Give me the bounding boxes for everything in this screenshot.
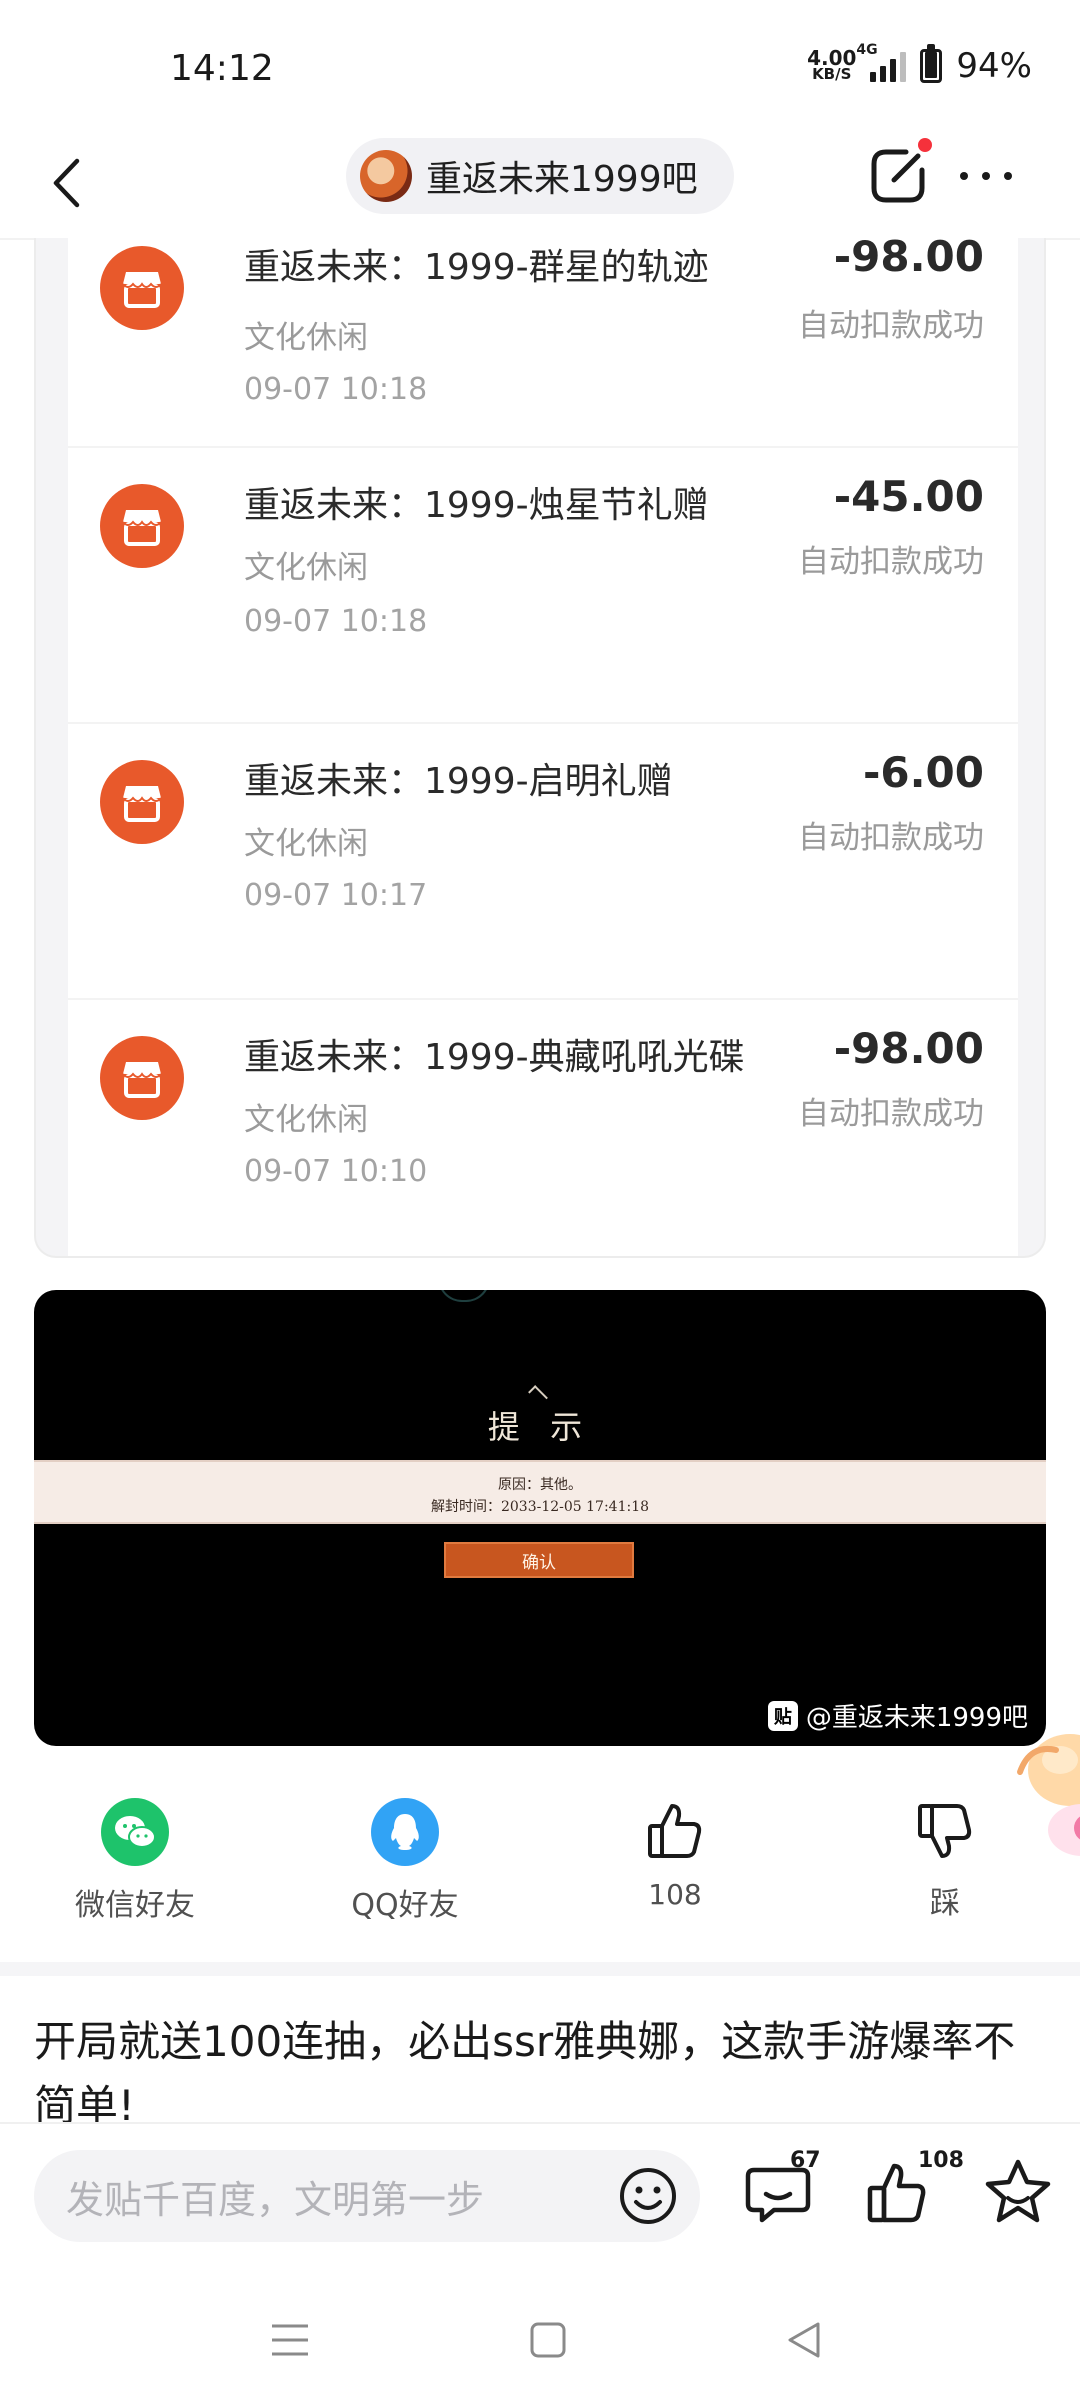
camera-notch [438, 1290, 490, 1302]
reply-input-placeholder: 发贴千百度，文明第一步 [66, 2177, 485, 2222]
like-count: 108 [918, 2148, 964, 2173]
transaction-status: 自动扣款成功 [798, 820, 984, 856]
transaction-amount: -98.00 [833, 238, 984, 281]
dislike-label: 踩 [930, 1886, 960, 1921]
transaction-category: 文化休闲 [244, 1102, 368, 1138]
back-button[interactable] [36, 148, 96, 218]
transaction-category: 文化休闲 [244, 826, 368, 862]
transaction-time: 09-07 10:18 [244, 372, 428, 407]
transaction-category: 文化休闲 [244, 550, 368, 586]
dialog-unban-time: 解封时间：2033-12-05 17:41:18 [430, 1499, 650, 1515]
edit-button[interactable] [866, 144, 930, 208]
transaction-time: 09-07 10:10 [244, 1154, 428, 1189]
divider [68, 722, 1018, 724]
thumbs-down-icon [918, 1804, 972, 1858]
floating-mascot-icon[interactable] [990, 1720, 1080, 1860]
notification-dot [918, 138, 932, 152]
emoji-icon[interactable] [618, 2166, 678, 2226]
bottom-action-bar: 发贴千百度，文明第一步 67 108 [0, 2122, 1080, 2252]
system-nav-bar [0, 2280, 1080, 2400]
transaction-time: 09-07 10:17 [244, 878, 428, 913]
comment-count: 67 [790, 2148, 821, 2173]
signal-icon: 4G [856, 42, 907, 82]
battery-icon [920, 44, 943, 83]
dialog-reason: 原因：其他。 [498, 1477, 582, 1493]
transaction-title: 重返未来：1999-启明礼赠 [244, 761, 673, 802]
divider [68, 446, 1018, 448]
triangle-back-icon [788, 2322, 820, 2358]
transaction-amount: -45.00 [833, 472, 984, 521]
transaction-time: 09-07 10:18 [244, 604, 428, 639]
more-dots-icon [960, 172, 968, 180]
store-icon [100, 246, 184, 330]
section-divider [0, 1962, 1080, 1976]
transaction-status: 自动扣款成功 [798, 544, 984, 580]
status-indicators: 4.00 KB/S 4G 94% [807, 42, 1032, 86]
share-qq-label: QQ好友 [351, 1888, 459, 1923]
store-icon [100, 1036, 184, 1120]
transaction-row: 重返未来：1999-典藏吼吼光碟 文化休闲 09-07 10:10 -98.00… [68, 1004, 1018, 1256]
like-count: 108 [648, 1878, 702, 1911]
network-speed-unit: KB/S [812, 65, 852, 83]
share-row: 微信好友 QQ好友 108 踩 [0, 1776, 1080, 1936]
like-button[interactable]: 108 [575, 1776, 775, 1936]
divider [68, 998, 1018, 1000]
forum-title-pill[interactable]: 重返未来1999吧 [346, 138, 734, 214]
transaction-row: 重返未来：1999-烛星节礼赠 文化休闲 09-07 10:18 -45.00 … [68, 452, 1018, 728]
reply-input[interactable]: 发贴千百度，文明第一步 [34, 2150, 700, 2242]
network-speed: 4.00 KB/S [807, 46, 857, 83]
forum-avatar [360, 150, 412, 202]
edit-icon [871, 149, 925, 203]
transaction-list: 重返未来：1999-群星的轨迹 文化休闲 09-07 10:18 -98.00 … [68, 238, 1018, 1256]
star-icon[interactable] [978, 2154, 1058, 2234]
battery-percent: 94% [956, 46, 1032, 86]
dialog-title: 提 示 [487, 1408, 593, 1446]
dialog-message-band: 原因：其他。 解封时间：2033-12-05 17:41:18 [34, 1460, 1046, 1524]
wechat-icon [101, 1798, 169, 1866]
transaction-status: 自动扣款成功 [798, 1096, 984, 1132]
store-icon [100, 760, 184, 844]
transaction-status: 自动扣款成功 [798, 308, 984, 344]
dialog-confirm-button: 确认 [444, 1542, 634, 1578]
share-wechat-button[interactable]: 微信好友 [35, 1776, 235, 1936]
recommended-post-title[interactable]: 开局就送100连抽，必出ssr雅典娜，这款手游爆率不简单! [34, 2010, 1044, 2122]
tieba-logo-icon: 贴 [767, 1700, 798, 1731]
transaction-amount: -98.00 [833, 1024, 984, 1073]
transaction-category: 文化休闲 [244, 320, 368, 356]
network-speed-value: 4.00 [807, 46, 857, 70]
home-icon [530, 2322, 566, 2358]
forum-header: 重返未来1999吧 [0, 130, 1080, 240]
transaction-title: 重返未来：1999-群星的轨迹 [244, 247, 709, 288]
qq-icon [371, 1798, 439, 1866]
back-nav-button[interactable] [774, 2310, 834, 2370]
transaction-title: 重返未来：1999-烛星节礼赠 [244, 485, 709, 526]
transaction-amount: -6.00 [862, 748, 984, 797]
transaction-row: 重返未来：1999-启明礼赠 文化休闲 09-07 10:17 -6.00 自动… [68, 728, 1018, 1004]
share-qq-button[interactable]: QQ好友 [305, 1776, 505, 1936]
status-bar: 14:12 4.00 KB/S 4G 94% [0, 0, 1080, 130]
thumbs-up-icon [648, 1804, 702, 1858]
chevron-left-icon [53, 158, 80, 208]
menu-button[interactable] [260, 2310, 320, 2370]
transaction-row: 重返未来：1999-群星的轨迹 文化休闲 09-07 10:18 -98.00 … [68, 238, 1018, 410]
image-watermark: 贴 @重返未来1999吧 [767, 1697, 1028, 1734]
more-button[interactable] [960, 166, 1024, 186]
share-wechat-label: 微信好友 [75, 1888, 195, 1923]
forum-name: 重返未来1999吧 [426, 159, 698, 200]
home-button[interactable] [518, 2310, 578, 2370]
game-dialog-screenshot[interactable]: 提 示 原因：其他。 解封时间：2033-12-05 17:41:18 确认 贴… [34, 1290, 1046, 1746]
transaction-title: 重返未来：1999-典藏吼吼光碟 [244, 1037, 745, 1078]
network-type: 4G [856, 42, 878, 58]
menu-icon [272, 2324, 308, 2356]
store-icon [100, 484, 184, 568]
transaction-screenshot[interactable]: 重返未来：1999-群星的轨迹 文化休闲 09-07 10:18 -98.00 … [34, 238, 1046, 1258]
status-time: 14:12 [170, 48, 274, 89]
